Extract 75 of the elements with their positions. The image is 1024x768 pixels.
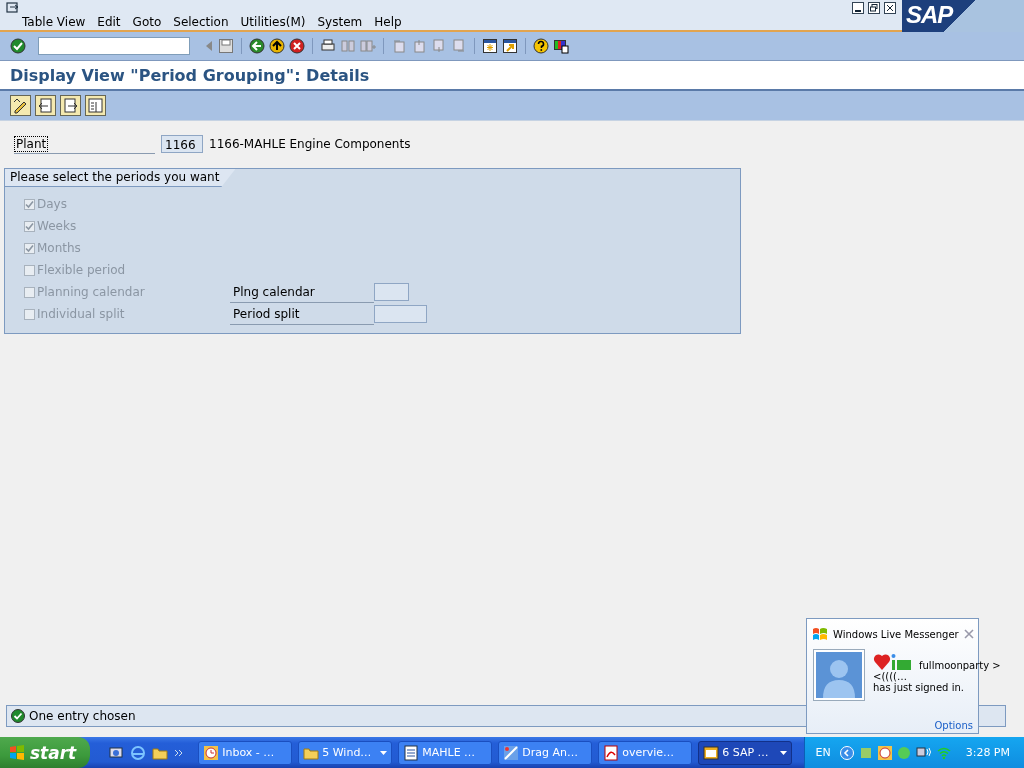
- back-arrow-icon[interactable]: [204, 38, 214, 54]
- taskbar-button[interactable]: 6 SAP …: [698, 740, 793, 765]
- plant-description: 1166-MAHLE Engine Components: [209, 137, 411, 151]
- avatar-icon: [816, 652, 862, 698]
- help-icon[interactable]: [533, 38, 549, 54]
- menu-item[interactable]: Table View: [16, 15, 92, 29]
- pdf-icon: [603, 744, 620, 761]
- taskbar-button[interactable]: Inbox - …: [198, 740, 293, 765]
- logo: SAP: [905, 0, 953, 30]
- taskbar-button[interactable]: Drag An…: [498, 740, 593, 765]
- desktop-icon[interactable]: [108, 744, 125, 761]
- contact-status: <((((…: [873, 671, 908, 682]
- restore-icon[interactable]: [868, 2, 880, 14]
- previous-page-icon[interactable]: [411, 38, 427, 54]
- next-page-icon[interactable]: [431, 38, 447, 54]
- windows-logo-icon: [8, 743, 26, 762]
- print-icon[interactable]: [320, 38, 336, 54]
- taskbar-button[interactable]: 5 Wind…: [298, 740, 393, 765]
- options-link[interactable]: Options: [934, 720, 973, 731]
- window-icon: [703, 744, 720, 761]
- save-icon[interactable]: [218, 38, 234, 54]
- minimize-icon[interactable]: [852, 2, 864, 14]
- checkbox-label: Weeks: [37, 219, 77, 233]
- input-field[interactable]: [374, 305, 427, 323]
- checkbox-label: Planning calendar: [37, 285, 145, 299]
- command-field[interactable]: [38, 37, 190, 55]
- display-change-icon[interactable]: [10, 95, 31, 116]
- screen-title: Display View "Period Grouping": Details: [10, 65, 371, 87]
- paint-icon: [503, 744, 520, 761]
- checkbox-label: Individual split: [37, 307, 125, 321]
- windows-logo-icon: [811, 626, 829, 642]
- heart-im-icon: [873, 651, 913, 671]
- last-page-icon[interactable]: [451, 38, 467, 54]
- browser-icon[interactable]: [130, 744, 147, 761]
- computer-icon[interactable]: [915, 745, 932, 760]
- caret-icon: [380, 750, 388, 755]
- plant-field[interactable]: 1166: [161, 135, 203, 153]
- enter-icon[interactable]: [10, 38, 26, 54]
- caret-icon: [780, 750, 788, 755]
- menu-item[interactable]: Edit: [91, 15, 127, 29]
- previous-entry-icon[interactable]: [35, 95, 56, 116]
- plant-label[interactable]: Plant: [14, 136, 49, 152]
- exit-icon[interactable]: [269, 38, 285, 54]
- menu-item[interactable]: Help: [368, 15, 408, 29]
- checkbox-label: Months: [37, 241, 81, 255]
- checkbox-label: Days: [37, 197, 67, 211]
- chevron-icon[interactable]: [839, 745, 854, 760]
- status-message: One entry chosen: [29, 709, 136, 723]
- shortcut-icon[interactable]: [502, 38, 518, 54]
- layout-menu-icon[interactable]: [553, 38, 569, 54]
- success-icon: [11, 709, 25, 723]
- document-icon: [403, 744, 420, 761]
- other-entry-icon[interactable]: [85, 95, 106, 116]
- sign-in-message: has just signed in.: [873, 682, 965, 693]
- menu-item[interactable]: Goto: [126, 15, 168, 29]
- cancel-icon[interactable]: [289, 38, 305, 54]
- clock: 3:28 PM: [965, 746, 1010, 759]
- next-entry-icon[interactable]: [60, 95, 81, 116]
- first-page-icon[interactable]: [391, 38, 407, 54]
- menu-item[interactable]: Selection: [167, 15, 235, 29]
- input-field[interactable]: [374, 283, 409, 301]
- clock-icon[interactable]: [877, 745, 892, 760]
- menu-icon[interactable]: [6, 2, 20, 14]
- group-title: Please select the periods you want: [5, 169, 236, 187]
- taskbar-button[interactable]: overvie…: [598, 740, 693, 765]
- back-icon[interactable]: [249, 38, 265, 54]
- menu-item[interactable]: Utilities(M): [234, 15, 312, 29]
- taskbar-button[interactable]: MAHLE …: [398, 740, 493, 765]
- contact-name: fullmoonparty >: [919, 660, 1001, 671]
- popup-title: Windows Live Messenger: [833, 628, 959, 640]
- close-icon[interactable]: [884, 2, 896, 14]
- checkbox-label: Flexible period: [37, 263, 126, 277]
- menu-item[interactable]: System: [311, 15, 369, 29]
- new-session-icon[interactable]: [482, 38, 498, 54]
- clock-icon: [203, 744, 220, 761]
